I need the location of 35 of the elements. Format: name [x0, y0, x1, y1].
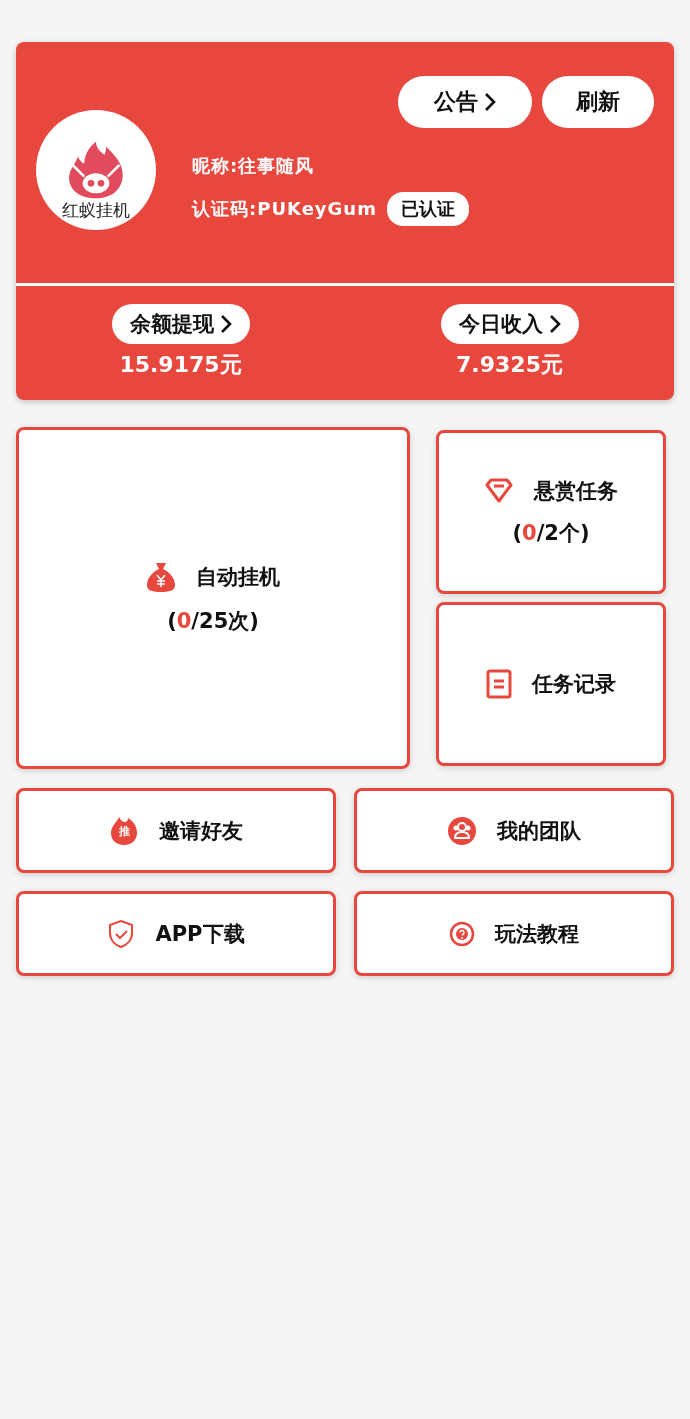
task-tile[interactable]: 悬赏任务 (0/2个)	[436, 430, 666, 594]
stat-button[interactable]: 今日收入	[440, 304, 579, 344]
auto-task-tile[interactable]: 自动挂机 (0/25次)	[16, 427, 410, 769]
tile-label: 邀请好友	[159, 817, 243, 845]
task-counter: (0/25次)	[167, 608, 259, 635]
question-icon	[449, 920, 475, 947]
nickname-text: 昵称:往事随风	[192, 154, 316, 178]
logo-text: 红蚁挂机	[62, 200, 130, 220]
code-text: 认证码:PUKeyGum	[192, 197, 377, 221]
header-button[interactable]: 公告	[398, 76, 532, 128]
chevron-icon	[219, 314, 232, 334]
task-counter: (0/2个)	[512, 520, 590, 547]
stat-button[interactable]: 余额提现	[111, 304, 250, 344]
chevron-icon	[548, 314, 561, 334]
tile-label: 悬赏任务	[534, 478, 618, 505]
money-bag-icon	[146, 561, 176, 593]
menu-tile[interactable]: 我的团队	[354, 788, 674, 873]
menu-tile[interactable]: APP下载	[16, 891, 336, 976]
menu-tile[interactable]: 玩法教程	[354, 891, 674, 976]
flame-badge-icon: 推	[109, 815, 139, 846]
task-tile[interactable]: 任务记录	[436, 602, 666, 766]
menu-tile[interactable]: 推 邀请好友	[16, 788, 336, 873]
shield-check-icon	[107, 918, 136, 949]
header-button[interactable]: 刷新	[542, 76, 654, 128]
tile-label: APP下载	[155, 920, 245, 948]
tile-label: 自动挂机	[196, 564, 280, 591]
verified-badge: 已认证	[386, 192, 469, 226]
people-icon	[447, 815, 477, 846]
stat-value: 7.9325元	[456, 351, 563, 379]
document-icon	[486, 669, 512, 699]
stat-value: 15.9175元	[119, 351, 242, 379]
tile-label: 玩法教程	[495, 920, 579, 948]
gem-icon	[484, 477, 514, 505]
tile-label: 我的团队	[497, 817, 581, 845]
tile-label: 任务记录	[532, 671, 616, 698]
